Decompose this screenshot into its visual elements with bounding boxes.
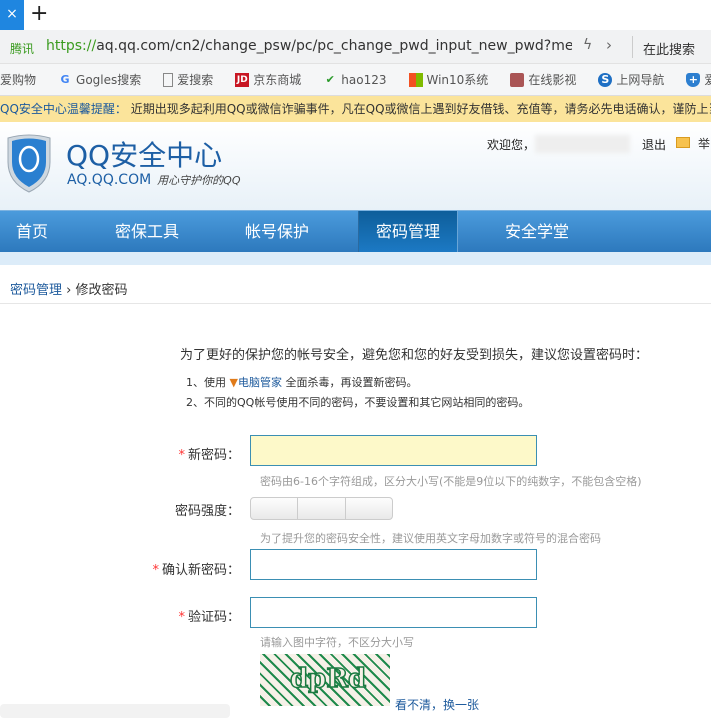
captcha-image: dpRd xyxy=(260,654,390,706)
required-star: * xyxy=(152,563,159,578)
tv-icon xyxy=(510,72,525,87)
pc-manager-link[interactable]: 电脑管家 xyxy=(238,376,282,389)
bookmark-label: 爱导 xyxy=(704,73,711,87)
divider xyxy=(632,36,633,58)
notice-bar: QQ安全中心温馨提醒： 近期出现多起利用QQ或微信诈骗事件，凡在QQ或微信上遇到… xyxy=(0,96,711,122)
tip-1: 1、使用 ▼电脑管家 全面杀毒，再设置新密码。 xyxy=(186,374,417,390)
url-path: aq.qq.com/cn2/change_psw/pc/pc_change_pw… xyxy=(96,38,572,54)
breadcrumb-sep: › xyxy=(66,283,72,298)
bookmark-search[interactable]: 爱搜索 xyxy=(163,71,213,88)
bookmark-label: 上网导航 xyxy=(616,73,665,87)
lightning-icon[interactable]: ϟ xyxy=(583,37,592,53)
jd-icon: JD xyxy=(235,72,250,87)
strength-label: 密码强度： xyxy=(0,500,240,519)
qq-shield-logo-icon xyxy=(7,134,51,193)
google-icon: G xyxy=(60,72,70,86)
mail-icon[interactable] xyxy=(676,137,690,148)
confirm-password-label: * 确认新密码： xyxy=(0,559,240,578)
bookmark-google[interactable]: G Gogles搜索 xyxy=(58,71,142,88)
site-title[interactable]: QQ安全中心 xyxy=(66,134,222,174)
site-header: QQ安全中心 AQ.QQ.COM 用心守护你的QQ 欢迎您， 退出 举 xyxy=(0,122,711,210)
notice-title: QQ安全中心温馨提醒： xyxy=(0,102,127,116)
breadcrumb-parent[interactable]: 密码管理 xyxy=(10,283,62,298)
bookmark-win10[interactable]: Win10系统 xyxy=(408,71,489,88)
strength-segment xyxy=(298,498,346,519)
close-tab-button[interactable]: × xyxy=(0,0,24,30)
bookmark-label: 京东商城 xyxy=(253,73,302,87)
nav-strip xyxy=(0,252,711,265)
bookmark-label: Gogles搜索 xyxy=(76,73,142,87)
label-text: 确认新密码： xyxy=(161,563,240,578)
refresh-captcha-link[interactable]: 看不清，换一张 xyxy=(395,696,479,713)
bookmark-label: 在线影视 xyxy=(528,73,577,87)
breadcrumb-current: 修改密码 xyxy=(75,283,128,298)
bookmarks-bar: 爱购物 G Gogles搜索 爱搜索 JD 京东商城 ✔ hao123 Win10系统… xyxy=(0,64,711,96)
nav-home[interactable]: 首页 xyxy=(16,211,48,252)
nav-password-management[interactable]: 密码管理 xyxy=(358,211,458,252)
username-blurred xyxy=(535,135,630,153)
intro-text: 为了更好的保护您的帐号安全，避免您和您的好友受到损失，建议您设置密码时： xyxy=(180,348,649,363)
footer-panel xyxy=(0,704,230,718)
bookmark-video[interactable]: 在线影视 xyxy=(510,71,576,88)
required-star: * xyxy=(178,448,185,463)
new-password-label: * 新密码： xyxy=(0,444,240,463)
nav-account-protection[interactable]: 帐号保护 xyxy=(245,211,309,252)
password-strength-meter xyxy=(250,497,393,520)
new-password-input[interactable] xyxy=(250,435,537,466)
nav-security-tools[interactable]: 密保工具 xyxy=(115,211,179,252)
tip-text: 1、使用 xyxy=(186,376,230,389)
confirm-password-input[interactable] xyxy=(250,549,537,580)
bookmark-shopping[interactable]: 爱购物 xyxy=(0,71,36,88)
breadcrumb: 密码管理 › 修改密码 xyxy=(10,279,128,298)
new-tab-button[interactable]: + xyxy=(30,0,48,28)
bookmark-jd[interactable]: JD 京东商城 xyxy=(235,71,301,88)
main-nav: 首页 密保工具 帐号保护 密码管理 安全学堂 xyxy=(0,210,711,252)
windows-icon xyxy=(408,72,423,87)
nav-icon: S xyxy=(598,72,613,87)
pc-manager-icon: ▼ xyxy=(229,376,238,389)
notice-text: 近期出现多起利用QQ或微信诈骗事件，凡在QQ或微信上遇到好友借钱、充值等，请务必… xyxy=(130,102,711,116)
report-link[interactable]: 举 xyxy=(698,135,710,152)
slogan: 用心守护你的QQ xyxy=(157,174,241,187)
search-box[interactable]: 在此搜索 xyxy=(643,39,695,58)
domain-text: AQ.QQ.COM xyxy=(67,172,152,188)
bookmark-label: 爱购物 xyxy=(0,73,37,87)
strength-segment xyxy=(346,498,392,519)
tip-2: 2、不同的QQ帐号使用不同的密码，不要设置和其它网站相同的密码。 xyxy=(186,396,530,409)
chevron-right-icon[interactable]: › xyxy=(606,36,612,54)
page-icon xyxy=(163,72,174,87)
bookmark-label: Win10系统 xyxy=(426,73,489,87)
bookmark-label: 爱搜索 xyxy=(177,73,214,87)
strength-segment xyxy=(251,498,299,519)
logout-link[interactable]: 退出 xyxy=(642,136,666,153)
shield-icon: + xyxy=(686,72,701,87)
new-password-hint: 密码由6-16个字符组成，区分大小写(不能是9位以下的纯数字，不能包含空格) xyxy=(260,475,642,488)
label-text: 新密码： xyxy=(187,448,240,463)
divider xyxy=(0,303,711,304)
required-star: * xyxy=(178,610,185,625)
welcome-text: 欢迎您， xyxy=(487,138,536,152)
url-input[interactable]: https://aq.qq.com/cn2/change_psw/pc/pc_c… xyxy=(46,38,572,54)
bookmark-label: hao123 xyxy=(341,72,387,87)
label-text: 密码强度： xyxy=(174,504,240,519)
label-text: 验证码： xyxy=(187,610,240,625)
address-bar: 腾讯 https://aq.qq.com/cn2/change_psw/pc/p… xyxy=(0,30,711,64)
url-scheme: https:// xyxy=(46,38,97,54)
bookmark-hao123[interactable]: ✔ hao123 xyxy=(323,72,387,87)
bookmark-nav[interactable]: S 上网导航 xyxy=(598,71,664,88)
browser-brand: 腾讯 xyxy=(10,42,35,56)
captcha-label: * 验证码： xyxy=(0,606,240,625)
bookmark-guide[interactable]: +爱导 xyxy=(686,71,711,88)
browser-tab-bar: × + xyxy=(0,0,711,30)
tip-text: 全面杀毒，再设置新密码。 xyxy=(281,376,418,389)
captcha-text: dpRd xyxy=(289,663,367,695)
nav-security-school[interactable]: 安全学堂 xyxy=(505,211,569,252)
site-domain: AQ.QQ.COM 用心守护你的QQ xyxy=(67,172,241,188)
captcha-input[interactable] xyxy=(250,597,537,628)
captcha-hint: 请输入图中字符，不区分大小写 xyxy=(260,636,414,649)
strength-hint: 为了提升您的密码安全性，建议使用英文字母加数字或符号的混合密码 xyxy=(260,532,601,545)
hao123-icon: ✔ xyxy=(325,72,335,86)
